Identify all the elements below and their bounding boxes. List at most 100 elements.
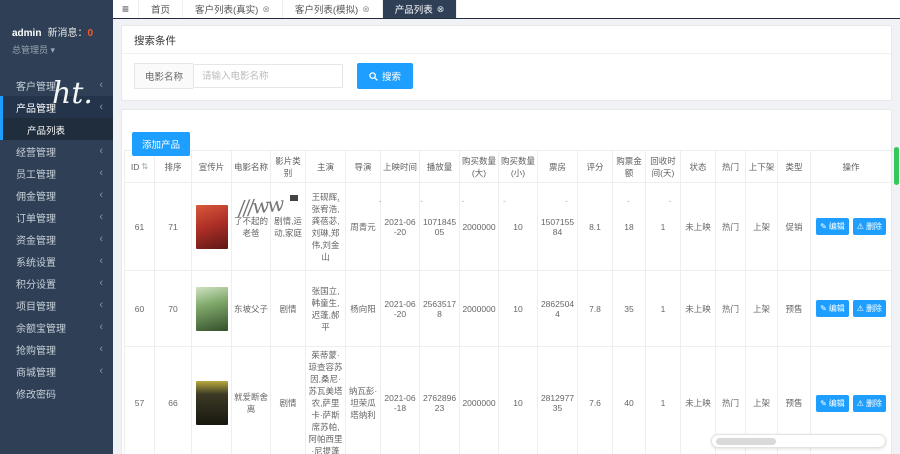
chevron-left-icon: ‹: [99, 321, 103, 333]
col-release-date: 上映时间: [381, 151, 420, 183]
sidebar-item-product-list[interactable]: 产品列表: [3, 118, 113, 140]
sort-icon: ⇅: [141, 162, 148, 171]
id-sort-control[interactable]: ID ⇅: [131, 162, 148, 172]
col-buy-qty-big: 购买数量(大): [460, 151, 499, 183]
sidebar-item-label: 产品管理: [16, 100, 56, 115]
sidebar-item-yuebao-mgmt[interactable]: 余额宝管理 ‹: [0, 316, 113, 338]
search-form: 电影名称 搜索: [122, 54, 891, 100]
tab-label: 客户列表(模拟): [295, 2, 358, 16]
sidebar-item-employee-mgmt[interactable]: 员工管理 ‹: [0, 162, 113, 184]
movie-name-input[interactable]: [193, 64, 343, 88]
chevron-left-icon: ‹: [99, 101, 103, 113]
username: admin: [12, 28, 41, 39]
close-icon[interactable]: ⊗: [262, 4, 270, 15]
tab-customer-list-sim[interactable]: 客户列表(模拟) ⊗: [283, 0, 383, 18]
table-row: 60 70 东坡父子 剧情 张国立,韩童生,迟蓬,郝平 杨向阳 2021-06-…: [125, 271, 892, 347]
sidebar-item-label: 资金管理: [16, 232, 56, 247]
delete-button-label: 删除: [866, 303, 882, 314]
watermark-scribble: ///ww: [237, 192, 284, 221]
warning-icon: ⚠: [857, 304, 864, 313]
warning-icon: ⚠: [857, 222, 864, 231]
chevron-left-icon: ‹: [99, 255, 103, 267]
edit-button[interactable]: ✎编辑: [816, 395, 849, 412]
product-list-card: ///ww - - - - - - - - 添加产品: [121, 109, 892, 454]
edit-icon: ✎: [820, 399, 827, 408]
tab-customer-list-real[interactable]: 客户列表(真实) ⊗: [183, 0, 283, 18]
sidebar-item-label: 客户管理: [16, 78, 56, 93]
cell-plays: 276289623: [420, 347, 460, 454]
sidebar-nav: 客户管理 ‹ 产品管理 ‹ 产品列表 经营管理 ‹ 员工管理 ‹ 佣金管理 ‹: [0, 74, 113, 404]
tab-product-list[interactable]: 产品列表 ⊗: [383, 0, 458, 18]
watermark-dashes: - - - - - - - -: [337, 196, 689, 206]
cell-recycle-days: 1: [646, 347, 681, 454]
edit-icon: ✎: [820, 222, 827, 231]
sidebar-item-funds-mgmt[interactable]: 资金管理 ‹: [0, 228, 113, 250]
poster-thumbnail[interactable]: [196, 381, 228, 425]
edit-button[interactable]: ✎编辑: [816, 218, 849, 235]
tab-label: 产品列表: [395, 2, 433, 16]
close-icon[interactable]: ⊗: [362, 4, 370, 15]
cell-buy-qty-big: 2000000: [460, 347, 499, 454]
cell-buy-qty-small: 10: [499, 271, 538, 347]
table-header-row: ID ⇅ 排序 宣传片 电影名称 影片类别 主演 导演 上映时间: [125, 151, 892, 183]
search-card-title: 搜索条件: [122, 26, 891, 54]
tab-label: 客户列表(真实): [195, 2, 258, 16]
sidebar-item-operation-mgmt[interactable]: 经营管理 ‹: [0, 140, 113, 162]
sidebar-item-system-settings[interactable]: 系统设置 ‹: [0, 250, 113, 272]
cell-shelf: 上架: [746, 183, 778, 271]
cell-id: 57: [125, 347, 155, 454]
sidebar-item-flashsale-mgmt[interactable]: 抢购管理 ‹: [0, 338, 113, 360]
page-content: 搜索条件 电影名称 搜索 ///ww - - - - - - - - 添加产品: [113, 19, 900, 454]
chevron-left-icon: ‹: [99, 167, 103, 179]
user-block[interactable]: admin新消息：0 总管理员 ▾: [0, 0, 113, 66]
chevron-left-icon: ‹: [99, 277, 103, 289]
sidebar-item-points-settings[interactable]: 积分设置 ‹: [0, 272, 113, 294]
hamburger-menu-icon[interactable]: ≡: [113, 0, 139, 18]
chevron-left-icon: ‹: [99, 299, 103, 311]
edit-button[interactable]: ✎编辑: [816, 300, 849, 317]
cell-director: 杨向阳: [346, 271, 381, 347]
vertical-scrollbar-thumb[interactable]: [894, 147, 899, 185]
horizontal-scrollbar-thumb[interactable]: [716, 438, 776, 445]
vertical-scrollbar[interactable]: [893, 139, 900, 454]
cell-score: 7.6: [578, 347, 613, 454]
cell-sort: 70: [155, 271, 192, 347]
cell-shelf: 上架: [746, 271, 778, 347]
delete-button[interactable]: ⚠删除: [853, 218, 886, 235]
sidebar-item-mall-mgmt[interactable]: 商城管理 ‹: [0, 360, 113, 382]
col-score: 评分: [578, 151, 613, 183]
cell-hot: 热门: [716, 271, 746, 347]
cell-ticket-amount: 35: [613, 271, 646, 347]
col-shelf: 上下架: [746, 151, 778, 183]
delete-button[interactable]: ⚠删除: [853, 395, 886, 412]
cell-status: 未上映: [681, 347, 716, 454]
poster-thumbnail[interactable]: [196, 205, 228, 249]
warning-icon: ⚠: [857, 399, 864, 408]
sidebar-item-commission-mgmt[interactable]: 佣金管理 ‹: [0, 184, 113, 206]
sidebar-item-order-mgmt[interactable]: 订单管理 ‹: [0, 206, 113, 228]
col-label: ID: [131, 162, 140, 172]
cell-category: 剧情: [271, 271, 306, 347]
cell-sort: 66: [155, 347, 192, 454]
user-role: 总管理员: [12, 45, 48, 55]
col-movie-name: 电影名称: [232, 151, 271, 183]
add-product-button[interactable]: 添加产品: [132, 132, 190, 156]
cell-id: 60: [125, 271, 155, 347]
cell-recycle-days: 1: [646, 271, 681, 347]
sidebar-item-change-password[interactable]: 修改密码: [0, 382, 113, 404]
chevron-left-icon: ‹: [99, 233, 103, 245]
col-buy-qty-small: 购买数量(小): [499, 151, 538, 183]
chevron-left-icon: ‹: [99, 145, 103, 157]
tab-home[interactable]: 首页: [139, 0, 183, 18]
edit-button-label: 编辑: [829, 221, 845, 232]
sidebar: admin新消息：0 总管理员 ▾ 客户管理 ‹ 产品管理 ‹ 产品列表 经营管…: [0, 0, 113, 454]
cell-movie-name: 就爱断舍离: [232, 347, 271, 454]
close-icon[interactable]: ⊗: [437, 4, 445, 15]
chevron-left-icon: ‹: [99, 189, 103, 201]
search-button[interactable]: 搜索: [357, 63, 413, 89]
poster-thumbnail[interactable]: [196, 287, 228, 331]
horizontal-scrollbar[interactable]: [711, 434, 886, 448]
movie-name-label: 电影名称: [134, 63, 193, 89]
sidebar-item-project-mgmt[interactable]: 项目管理 ‹: [0, 294, 113, 316]
delete-button[interactable]: ⚠删除: [853, 300, 886, 317]
